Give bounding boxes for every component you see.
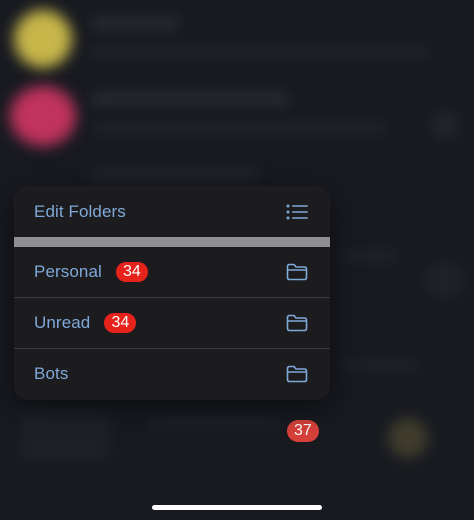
unread-count-badge: 37	[287, 420, 319, 442]
unread-badge: 34	[115, 262, 148, 282]
menu-section-divider	[14, 237, 330, 247]
folder-icon	[286, 314, 308, 332]
folder-item-bots[interactable]: Bots	[14, 349, 330, 399]
folder-label: Personal	[34, 262, 102, 281]
folder-label: Unread	[34, 313, 91, 332]
edit-folders-label: Edit Folders	[34, 201, 126, 221]
avatar-dim	[388, 418, 428, 458]
list-icon	[286, 204, 308, 220]
avatar-pink	[10, 86, 76, 146]
avatar-yellow	[14, 10, 72, 68]
edit-folders-item[interactable]: Edit Folders	[14, 186, 330, 237]
folders-context-menu: Edit Folders Personal 34 Unread 34 Bots	[14, 186, 330, 400]
home-indicator[interactable]	[152, 505, 322, 510]
folder-label: Bots	[34, 364, 69, 383]
folder-icon	[286, 263, 308, 281]
unread-badge: 34	[104, 313, 137, 333]
folder-item-unread[interactable]: Unread 34	[14, 298, 330, 348]
folder-icon	[286, 365, 308, 383]
folder-item-personal[interactable]: Personal 34	[14, 247, 330, 297]
